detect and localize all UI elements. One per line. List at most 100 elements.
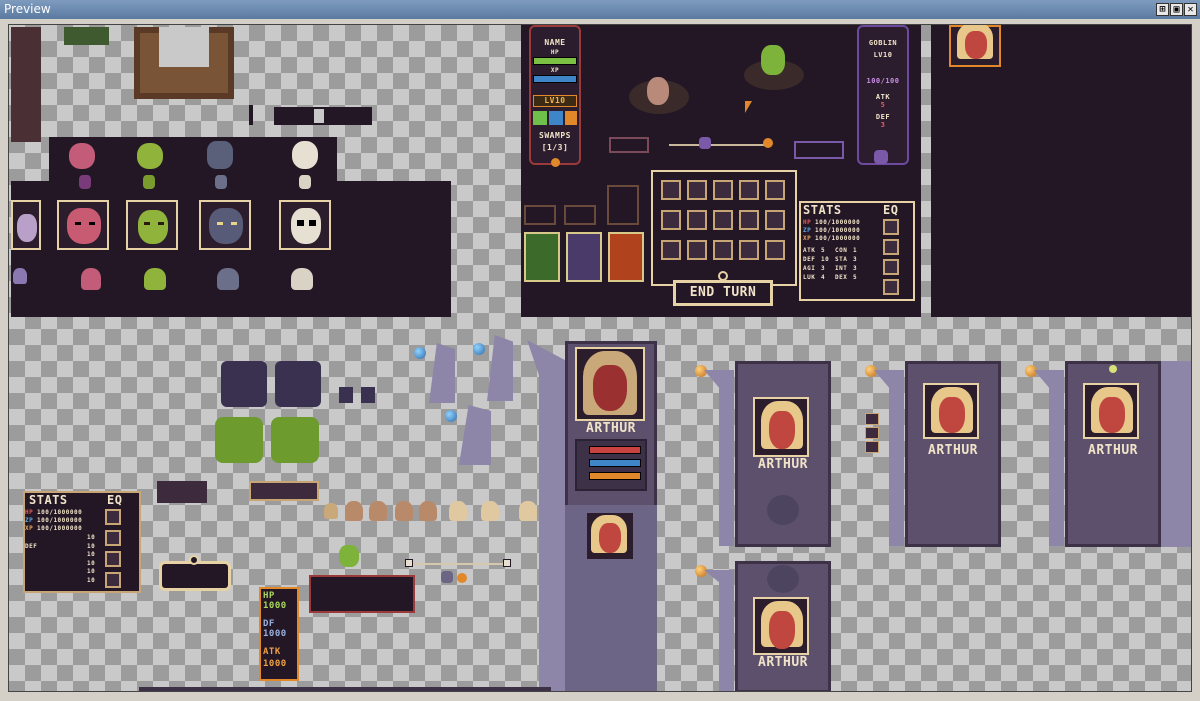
xp-label: XP [25, 525, 34, 532]
werewolf-sprite-alt [275, 361, 321, 407]
coin-icon [551, 158, 560, 167]
xp-icon [865, 441, 879, 453]
equipment-slot[interactable] [105, 572, 121, 588]
item-slot[interactable] [661, 180, 681, 200]
mana-bar [589, 459, 641, 467]
arthur-face-icon [587, 513, 633, 559]
hooded-sprite [519, 501, 537, 521]
stat-row: DEF 10 STA 3 [803, 256, 858, 263]
item-slot[interactable] [765, 210, 785, 230]
item-slot[interactable] [765, 240, 785, 260]
werewolf-portrait [199, 200, 251, 250]
xp-bar [589, 472, 641, 480]
equipment-slot[interactable] [883, 239, 899, 255]
restore-icon[interactable]: ⊞ [1156, 3, 1169, 16]
item-slot[interactable] [687, 240, 707, 260]
goblin-body-sprite [144, 268, 166, 290]
hooded-body-sprite [13, 268, 27, 284]
cursor-icon [745, 101, 752, 113]
arthur-portrait-mini [949, 25, 1001, 67]
dirt-frame-hole [159, 27, 209, 67]
equipment-slot[interactable] [883, 219, 899, 235]
hp-label: HP [803, 219, 812, 226]
slider-handle[interactable] [405, 559, 413, 567]
orb-icon [695, 565, 707, 577]
hp-label: HP [550, 49, 560, 56]
xp-label: XP [550, 67, 560, 74]
clock-icon [189, 555, 199, 565]
item-slot[interactable] [661, 210, 681, 230]
skill-slots[interactable] [609, 137, 649, 153]
arthur-tall-name: ARTHUR [586, 421, 636, 436]
shield-slots[interactable] [249, 481, 319, 501]
orb-icon [473, 343, 485, 355]
gargoyle-crest-icon [767, 495, 799, 525]
orange-card[interactable] [608, 232, 644, 282]
goblin-portrait [126, 200, 178, 250]
item-slot[interactable] [661, 240, 681, 260]
item-slot[interactable] [739, 240, 759, 260]
close-icon[interactable]: ✕ [1184, 3, 1197, 16]
arthur-card-name: ARTHUR [928, 443, 978, 458]
purple-card[interactable] [566, 232, 602, 282]
stat-row: ATK 5 CON 1 [803, 247, 858, 254]
hp-value: 100/1000000 [815, 219, 861, 226]
gargoyle-crest-icon [767, 565, 799, 593]
skeleton-head-sprite [292, 141, 318, 169]
enemy-atk-value: 5 [880, 101, 886, 109]
brick-tile [11, 27, 41, 142]
equipment-slot[interactable] [105, 551, 121, 567]
stone-pillar [874, 370, 904, 546]
hooded-sprite [449, 501, 467, 521]
item-slot[interactable] [765, 180, 785, 200]
end-turn-button[interactable]: END TURN [673, 280, 773, 306]
gargoyle-statue [459, 405, 491, 465]
xp-label: XP [803, 235, 812, 242]
eq-title: EQ [107, 493, 123, 507]
ui-bar-piece [249, 105, 253, 125]
enemy-atk-label: ATK [875, 93, 891, 101]
equipment-slot[interactable] [883, 259, 899, 275]
small-stat-values: 10 10 10 10 10 10 [87, 534, 96, 584]
equipment-slot[interactable] [105, 530, 121, 546]
item-slot[interactable] [713, 210, 733, 230]
item-slot[interactable] [739, 210, 759, 230]
stats-rows: ATK 5 CON 1 DEF 10 STA 3 AGI 3 INT 3 LUK 4 DEX 5 [803, 247, 877, 283]
slider-handle[interactable] [503, 559, 511, 567]
hooded-portrait [11, 200, 41, 250]
card-slot [524, 205, 556, 225]
werewolf-sprite [221, 361, 267, 407]
werewolf-head-sprite [207, 141, 233, 169]
shield-icon [565, 111, 577, 125]
equipment-slot[interactable] [883, 279, 899, 295]
item-slot[interactable] [687, 210, 707, 230]
player-xp-bar [533, 75, 577, 83]
right-panel [931, 25, 1191, 317]
progress-line [669, 144, 769, 146]
atk-badge-label: ATK [263, 647, 281, 657]
hooded-sprite [345, 501, 363, 521]
equipment-slot[interactable] [105, 509, 121, 525]
item-slot[interactable] [687, 180, 707, 200]
empty-button[interactable] [159, 561, 231, 591]
item-slot[interactable] [739, 180, 759, 200]
hp-badge-label: HP [263, 591, 275, 601]
ogre-body-sprite [81, 268, 101, 290]
maximize-icon[interactable]: ▣ [1170, 3, 1183, 16]
stage-label: [1/3] [541, 143, 569, 152]
stat-row: LUK 4 DEX 5 [803, 274, 858, 281]
slider-line[interactable] [407, 563, 511, 565]
enemy-name-label: GOBLIN [868, 39, 898, 47]
enemy-skill-slots [794, 141, 844, 159]
green-card[interactable] [524, 232, 560, 282]
item-slot[interactable] [713, 240, 733, 260]
goblin-enemy-sprite[interactable] [761, 45, 785, 75]
dark-textbox [309, 575, 415, 613]
arthur-portrait [753, 397, 809, 457]
goblin-sprite-alt [271, 417, 319, 463]
arthur-portrait [923, 383, 979, 439]
df-badge-value: 1000 [263, 629, 287, 639]
item-slot[interactable] [713, 180, 733, 200]
gem-icon [1109, 365, 1117, 373]
skeleton-body-sprite [291, 268, 313, 290]
